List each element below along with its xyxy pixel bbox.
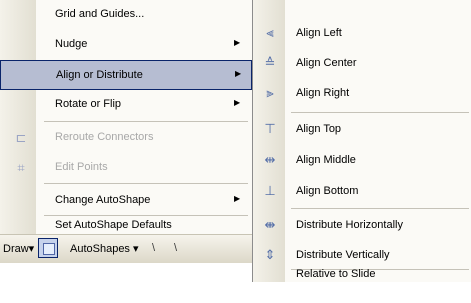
submenu-separator — [291, 112, 469, 113]
dropdown-arrow-icon: ▾ — [133, 243, 139, 255]
distribute-vertically-icon: ⇕ — [264, 247, 276, 262]
menu-separator — [44, 121, 248, 122]
arrow-tool-icon[interactable]: \ — [174, 242, 177, 254]
submenu-item-relative-to-slide[interactable]: Relative to Slide — [253, 266, 471, 282]
menu-item-label: Rotate or Flip — [55, 98, 122, 110]
drawing-toolbar: Draw▾ AutoShapes ▾ \ \ — [0, 234, 252, 263]
submenu-item-align-center[interactable]: ≙ Align Center — [253, 48, 471, 79]
select-objects-icon — [43, 243, 55, 255]
align-middle-icon: ⇹ — [264, 152, 276, 167]
submenu-arrow-icon: ▶ — [235, 69, 242, 78]
submenu-arrow-icon: ▶ — [234, 38, 241, 47]
menu-item-label: Align or Distribute — [56, 69, 143, 81]
align-top-icon: ⊤ — [264, 121, 276, 136]
submenu-item-align-left[interactable]: ⫷ Align Left — [253, 18, 471, 49]
menu-item-label: Grid and Guides... — [55, 8, 145, 20]
menu-item-label: Change AutoShape — [55, 194, 151, 206]
autoshapes-menu-button[interactable]: AutoShapes ▾ — [70, 242, 139, 255]
align-left-icon: ⫷ — [266, 25, 274, 40]
submenu-separator — [291, 208, 469, 209]
menu-item-label: Nudge — [55, 38, 88, 50]
align-bottom-icon: ⊥ — [264, 183, 276, 198]
menu-item-label: Reroute Connectors — [55, 131, 154, 143]
submenu-item-label: Align Left — [296, 27, 342, 39]
menu-item-nudge[interactable]: Nudge ▶ — [0, 30, 252, 60]
dropdown-arrow-icon: ▾ — [28, 243, 35, 255]
edit-points-icon: ⌗ — [17, 160, 25, 175]
draw-label: Draw — [3, 243, 29, 255]
submenu-item-label: Align Center — [296, 57, 357, 69]
align-distribute-submenu: ⫷ Align Left ≙ Align Center ⫸ Align Righ… — [252, 0, 471, 282]
submenu-item-align-bottom[interactable]: ⊥ Align Bottom — [253, 176, 471, 207]
menu-separator — [44, 183, 248, 184]
menu-item-align-or-distribute[interactable]: Align or Distribute ▶ — [0, 60, 252, 90]
submenu-item-label: Align Middle — [296, 154, 356, 166]
context-menu: Grid and Guides... Nudge ▶ Align or Dist… — [0, 0, 253, 234]
submenu-arrow-icon: ▶ — [234, 98, 241, 107]
submenu-item-label: Distribute Horizontally — [296, 219, 403, 231]
menu-item-reroute-connectors: ⊏ Reroute Connectors — [0, 123, 252, 153]
submenu-item-align-top[interactable]: ⊤ Align Top — [253, 114, 471, 145]
submenu-item-label: Distribute Vertically — [296, 249, 390, 261]
submenu-item-distribute-horizontally[interactable]: ⇼ Distribute Horizontally — [253, 210, 471, 241]
menu-item-rotate-or-flip[interactable]: Rotate or Flip ▶ — [0, 90, 252, 120]
menu-item-edit-points: ⌗ Edit Points — [0, 153, 252, 183]
submenu-item-align-right[interactable]: ⫸ Align Right — [253, 78, 471, 109]
distribute-horizontally-icon: ⇼ — [264, 217, 276, 232]
line-tool-icon[interactable]: \ — [152, 242, 155, 254]
menu-item-grid-and-guides[interactable]: Grid and Guides... — [0, 0, 252, 30]
submenu-arrow-icon: ▶ — [234, 194, 241, 203]
reroute-connectors-icon: ⊏ — [15, 130, 27, 145]
align-right-icon: ⫸ — [266, 85, 274, 100]
align-center-icon: ≙ — [264, 55, 276, 70]
menu-item-label: Set AutoShape Defaults — [55, 219, 172, 231]
select-objects-button[interactable] — [38, 238, 58, 258]
submenu-item-align-middle[interactable]: ⇹ Align Middle — [253, 145, 471, 176]
submenu-item-label: Relative to Slide — [296, 268, 376, 280]
submenu-item-label: Align Right — [296, 87, 350, 99]
submenu-item-label: Align Top — [296, 123, 342, 135]
submenu-item-label: Align Bottom — [296, 185, 359, 197]
draw-menu-button[interactable]: Draw▾ — [3, 242, 34, 255]
autoshapes-label: AutoShapes — [70, 243, 130, 255]
menu-item-label: Edit Points — [55, 161, 108, 173]
